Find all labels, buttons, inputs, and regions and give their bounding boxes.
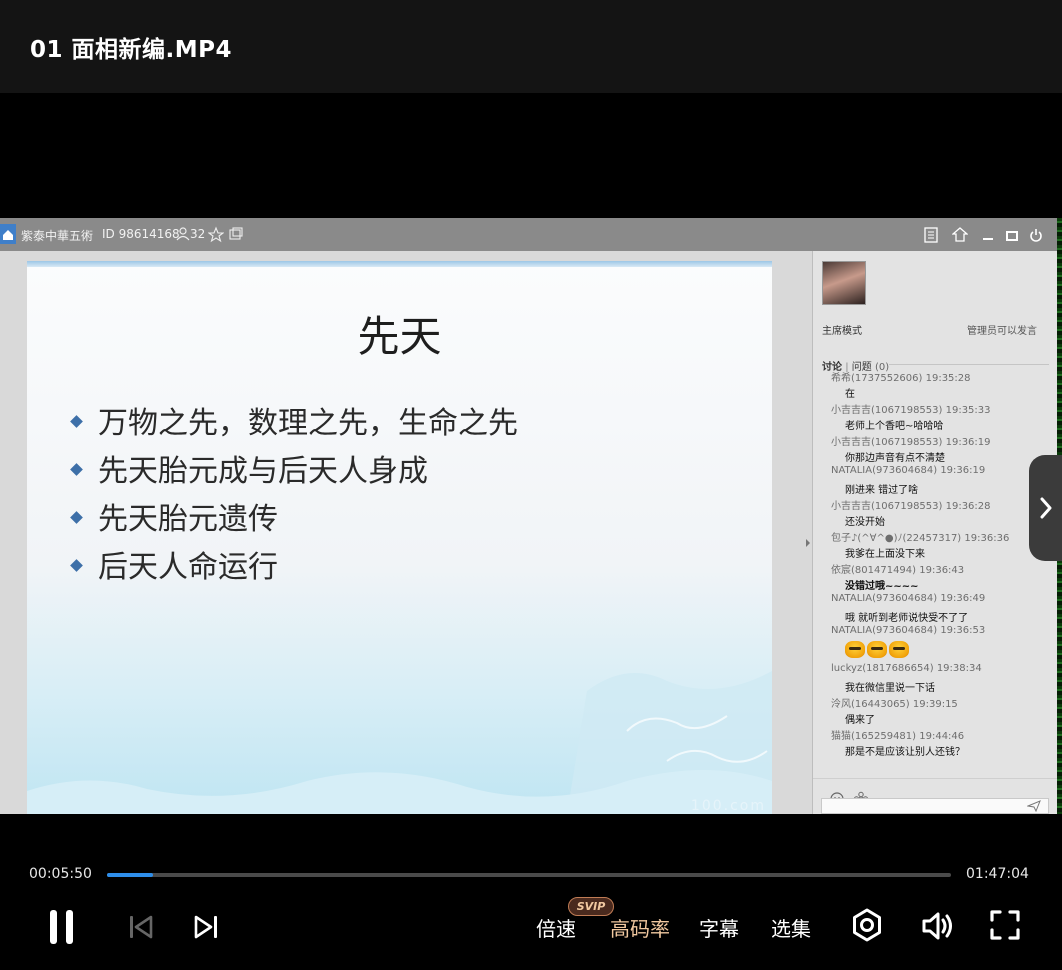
progress-bar[interactable] [107, 873, 951, 877]
settings-button[interactable] [850, 908, 884, 946]
previous-button[interactable] [128, 914, 154, 944]
admin-note: 管理员可以发言 [967, 326, 1037, 337]
message-text: 老师上个香吧~哈哈哈 [845, 421, 944, 432]
chat-panel: 主席模式 管理员可以发言 讨论 | 问题 (0) 希希(1737552606) … [812, 251, 1057, 814]
chat-divider [813, 778, 1057, 779]
room-id: ID 98614168 [102, 227, 180, 241]
skin-icon[interactable] [951, 227, 969, 243]
notes-icon[interactable] [923, 227, 939, 243]
room-name: 紫泰中華五術 [21, 229, 94, 243]
bullet-diamond-icon [70, 415, 83, 428]
video-frame[interactable]: 紫泰中華五術 ID 98614168 32 先天 万物之先，数理之先，生命之先 … [0, 218, 1057, 814]
episodes-button[interactable]: 选集 [771, 913, 811, 942]
next-button[interactable] [193, 914, 219, 944]
host-avatar [822, 261, 866, 305]
message-text: 哦 就听到老师说快受不了了 [845, 613, 969, 624]
chair-mode-label: 主席模式 [822, 326, 862, 337]
message-text: 没错过哦~~~~ [845, 581, 919, 592]
message-text: 还没开始 [845, 517, 885, 528]
message-author: 包子♪(^∀^●)ﾉ(22457317) 19:36:36 [831, 533, 1010, 544]
cool-face-icon [889, 641, 909, 658]
message-text: 那是不是应该让别人还钱？ [845, 747, 965, 758]
bullet-diamond-icon [70, 463, 83, 476]
presentation-slide: 先天 万物之先，数理之先，生命之先 先天胎元成与后天人身成 先天胎元遗传 后天人… [27, 261, 772, 814]
cool-face-icon [867, 641, 887, 658]
message-text: 在 [845, 389, 855, 400]
chat-input[interactable] [821, 798, 1049, 814]
fullscreen-button[interactable] [989, 909, 1021, 945]
current-time: 00:05:50 [29, 866, 92, 882]
message-author: 小吉吉吉(1067198553) 19:36:19 [831, 437, 991, 448]
skip-next-icon [194, 915, 217, 939]
message-text: 我爹在上面没下来 [845, 549, 925, 560]
total-time: 01:47:04 [966, 866, 1029, 882]
home-icon[interactable] [0, 224, 16, 244]
side-panel-toggle[interactable] [1029, 455, 1062, 561]
high-bitrate-button[interactable]: 高码率 [610, 913, 670, 942]
volume-icon [922, 912, 952, 940]
message-author: 小吉吉吉(1067198553) 19:35:33 [831, 405, 991, 416]
skip-previous-icon [130, 915, 153, 939]
viewer-count: 32 [190, 227, 206, 241]
settings-icon [853, 908, 881, 942]
video-title: 01 面相新编.MP4 [30, 37, 232, 63]
star-icon[interactable] [207, 225, 226, 243]
progress-fill [107, 873, 153, 877]
message-author: NATALIA(973604684) 19:36:49 [831, 593, 986, 604]
message-author: luckyz(1817686654) 19:38:34 [831, 663, 982, 674]
slide-bullet: 先天胎元遗传 [70, 494, 278, 538]
message-text: 我在微信里说一下话 [845, 683, 935, 694]
pause-icon [50, 910, 73, 944]
slide-bullet: 后天人命运行 [70, 542, 278, 586]
tab-rule [889, 364, 1049, 365]
message-author: 小吉吉吉(1067198553) 19:36:28 [831, 501, 991, 512]
app-title-bar: 紫泰中華五術 ID 98614168 32 [0, 218, 1057, 251]
title-bar: 01 面相新编.MP4 [0, 0, 1062, 93]
slide-bullet: 万物之先，数理之先，生命之先 [70, 398, 518, 442]
message-text: 偶来了 [845, 715, 875, 726]
message-author: 依宸(801471494) 19:36:43 [831, 565, 965, 576]
maximize-icon[interactable] [1004, 227, 1020, 243]
fullscreen-icon [990, 910, 1020, 940]
slide-bullet: 先天胎元成与后天人身成 [70, 446, 428, 490]
cool-face-icon [845, 641, 865, 658]
bullet-diamond-icon [70, 511, 83, 524]
svip-badge: SVIP [568, 897, 614, 916]
message-author: NATALIA(973604684) 19:36:19 [831, 465, 986, 476]
message-text: 你那边声音有点不清楚 [845, 453, 945, 464]
player-controls: 00:05:50 01:47:04 倍速 SVIP 高码率 字幕 选集 [0, 814, 1062, 970]
pause-button[interactable] [48, 908, 76, 950]
message-author: NATALIA(973604684) 19:36:53 [831, 625, 986, 636]
message-author: 泠风(16443065) 19:39:15 [831, 699, 958, 710]
message-author: 希希(1737552606) 19:35:28 [831, 373, 971, 384]
slide-watermark: 100.com [690, 798, 766, 814]
slide-title: 先天 [357, 312, 442, 361]
emoji-row [845, 641, 911, 661]
share-icon[interactable] [228, 225, 246, 243]
send-icon[interactable] [1027, 800, 1041, 812]
subtitle-button[interactable]: 字幕 [699, 913, 739, 942]
panel-arrow-icon[interactable] [805, 538, 811, 548]
message-text: 刚进来 错过了啥 [845, 485, 919, 496]
speed-button[interactable]: 倍速 [536, 913, 576, 942]
minimize-icon[interactable] [980, 227, 996, 243]
volume-button[interactable] [921, 910, 955, 946]
message-author: 猫猫(165259481) 19:44:46 [831, 731, 965, 742]
power-icon[interactable] [1028, 227, 1044, 243]
chevron-right-icon [1040, 497, 1052, 519]
bullet-diamond-icon [70, 559, 83, 572]
